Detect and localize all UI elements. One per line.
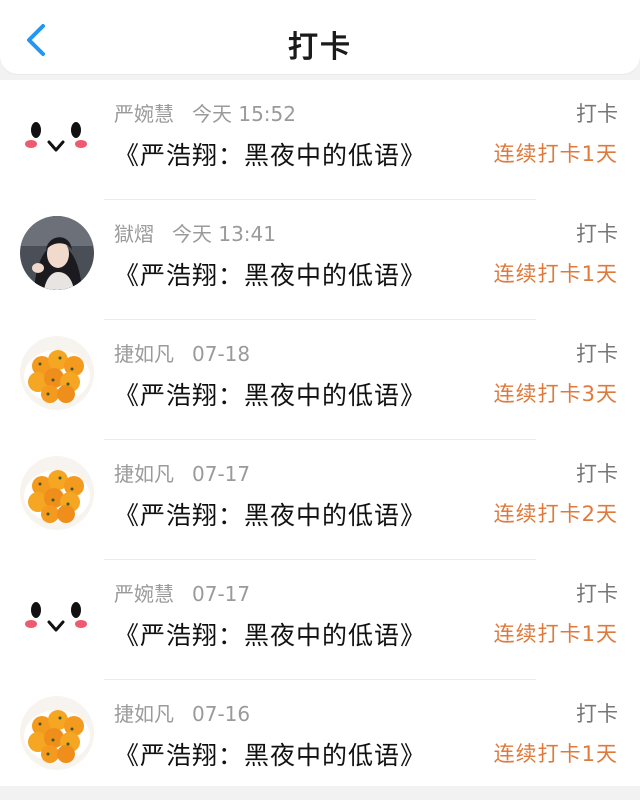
list-item[interactable]: 严婉慧 今天 15:52 《严浩翔：黑夜中的低语》 打卡 连续打卡1天 [0, 80, 640, 200]
checkin-label: 打卡 [576, 462, 618, 486]
streak-count: 连续打卡1天 [493, 742, 618, 766]
book-title[interactable]: 《严浩翔：黑夜中的低语》 [114, 616, 426, 652]
food-avatar[interactable] [20, 456, 94, 530]
photo-avatar[interactable] [20, 216, 94, 290]
book-title[interactable]: 《严浩翔：黑夜中的低语》 [114, 496, 426, 532]
checkin-label: 打卡 [576, 222, 618, 246]
page-title: 打卡 [288, 30, 352, 65]
meta-line: 严婉慧 今天 15:52 [114, 98, 296, 127]
streak-count: 连续打卡1天 [493, 622, 618, 646]
list-item[interactable]: 严婉慧 07-17 《严浩翔：黑夜中的低语》 打卡 连续打卡1天 [0, 560, 640, 680]
timestamp: 07-16 [192, 702, 251, 726]
list-item[interactable]: 捷如凡 07-18 《严浩翔：黑夜中的低语》 打卡 连续打卡3天 [0, 320, 640, 440]
streak-count: 连续打卡1天 [493, 142, 618, 166]
top-bar: 打卡 [0, 0, 640, 74]
user-name[interactable]: 严婉慧 [114, 102, 174, 126]
emoji-face-avatar[interactable] [20, 576, 94, 650]
user-name[interactable]: 严婉慧 [114, 582, 174, 606]
food-avatar[interactable] [20, 696, 94, 770]
list-item[interactable]: 獄熠 今天 13:41 《严浩翔：黑夜中的低语》 打卡 连续打卡1天 [0, 200, 640, 320]
streak-count: 连续打卡1天 [493, 262, 618, 286]
book-title[interactable]: 《严浩翔：黑夜中的低语》 [114, 736, 426, 772]
streak-count: 连续打卡2天 [493, 502, 618, 526]
user-name[interactable]: 獄熠 [114, 222, 154, 246]
user-name[interactable]: 捷如凡 [114, 702, 174, 726]
checkin-list: 严婉慧 今天 15:52 《严浩翔：黑夜中的低语》 打卡 连续打卡1天 獄熠 今天 … [0, 80, 640, 786]
emoji-face-avatar[interactable] [20, 96, 94, 170]
meta-line: 捷如凡 07-18 [114, 338, 250, 367]
timestamp: 07-18 [192, 342, 251, 366]
book-title[interactable]: 《严浩翔：黑夜中的低语》 [114, 376, 426, 412]
list-item[interactable]: 捷如凡 07-16 《严浩翔：黑夜中的低语》 打卡 连续打卡1天 [0, 680, 640, 800]
checkin-label: 打卡 [576, 342, 618, 366]
checkin-label: 打卡 [576, 102, 618, 126]
meta-line: 捷如凡 07-16 [114, 698, 250, 727]
streak-count: 连续打卡3天 [493, 382, 618, 406]
timestamp: 今天 15:52 [192, 102, 296, 126]
checkin-label: 打卡 [576, 702, 618, 726]
timestamp: 07-17 [192, 582, 251, 606]
checkin-label: 打卡 [576, 582, 618, 606]
meta-line: 捷如凡 07-17 [114, 458, 250, 487]
list-item[interactable]: 捷如凡 07-17 《严浩翔：黑夜中的低语》 打卡 连续打卡2天 [0, 440, 640, 560]
timestamp: 今天 13:41 [172, 222, 276, 246]
meta-line: 獄熠 今天 13:41 [114, 218, 276, 247]
user-name[interactable]: 捷如凡 [114, 342, 174, 366]
meta-line: 严婉慧 07-17 [114, 578, 250, 607]
user-name[interactable]: 捷如凡 [114, 462, 174, 486]
book-title[interactable]: 《严浩翔：黑夜中的低语》 [114, 136, 426, 172]
book-title[interactable]: 《严浩翔：黑夜中的低语》 [114, 256, 426, 292]
timestamp: 07-17 [192, 462, 251, 486]
food-avatar[interactable] [20, 336, 94, 410]
